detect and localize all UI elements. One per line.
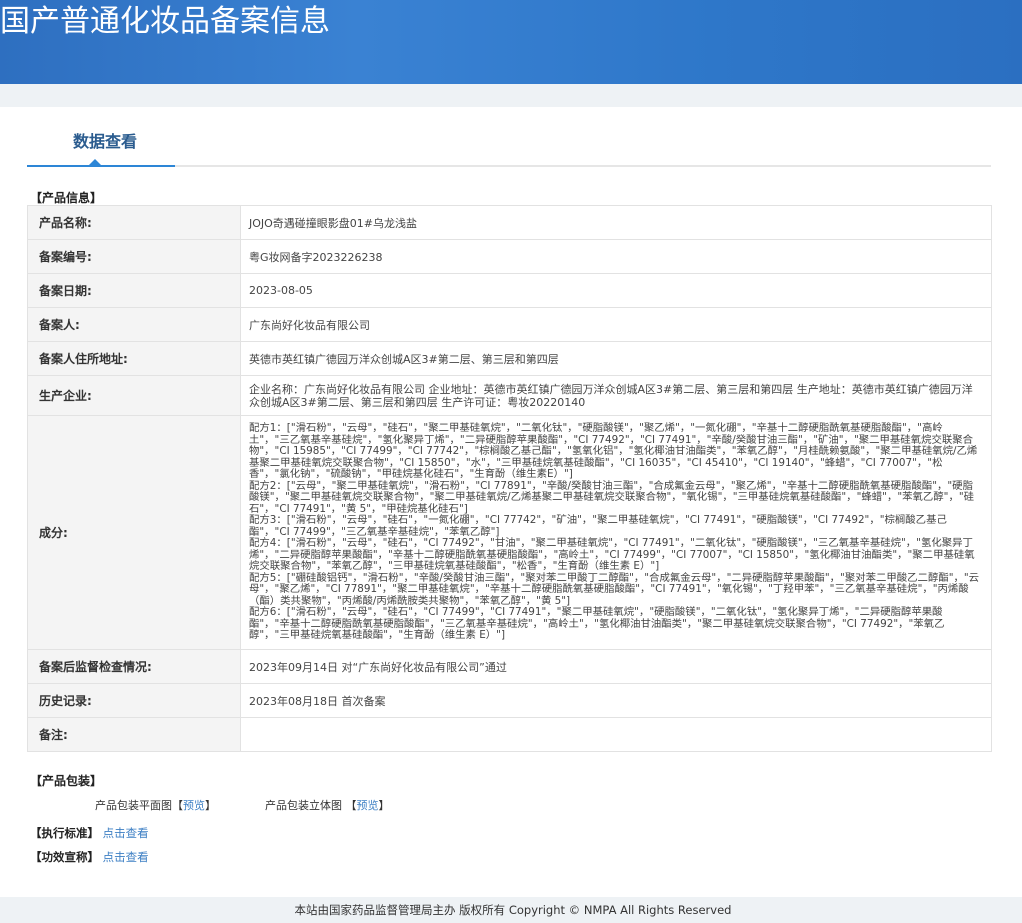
row-label: 备案人: bbox=[27, 307, 241, 342]
formula-5: 配方5：["硼硅酸铝钙"，"滑石粉"，"辛酸/癸酸甘油三酯"，"聚对苯二甲酸丁二… bbox=[249, 571, 980, 607]
package-flat-label: 产品包装平面图 bbox=[95, 799, 172, 812]
table-row: 备案日期: 2023-08-05 bbox=[27, 273, 992, 308]
packaging-title: 【产品包装】 bbox=[30, 774, 103, 788]
table-row: 备案编号: 粤G妆网备字2023226238 bbox=[27, 239, 992, 274]
standard-row: 【执行标准】 点击查看 bbox=[30, 825, 149, 841]
content-panel: 数据查看 【产品信息】 产品名称: JOJO奇遇碰撞眼影盘01#乌龙浅盐 备案编号… bbox=[0, 107, 1022, 897]
product-name: JOJO奇遇碰撞眼影盘01#乌龙浅盐 bbox=[240, 205, 992, 240]
product-info-table: 产品名称: JOJO奇遇碰撞眼影盘01#乌龙浅盐 备案编号: 粤G妆网备字20232… bbox=[27, 205, 992, 752]
table-row: 备注: bbox=[27, 717, 992, 752]
tab-bar: 数据查看 bbox=[27, 125, 991, 167]
bracket: 】 bbox=[378, 799, 390, 812]
ingredients: 配方1：["滑石粉"，"云母"，"硅石"，"聚二甲基硅氧烷"，"二氧化钛"，"硬… bbox=[240, 415, 992, 650]
package-stereo: 产品包装立体图 【预览】 bbox=[265, 797, 390, 813]
row-label: 备案编号: bbox=[27, 239, 241, 274]
formula-6: 配方6：["滑石粉"，"云母"，"硅石"，"CI 77499"，"CI 7749… bbox=[249, 606, 945, 642]
formula-3: 配方3：["滑石粉"，"云母"，"硅石"，"一氮化硼"，"CI 77742"，"… bbox=[249, 514, 947, 538]
filing-number: 粤G妆网备字2023226238 bbox=[240, 239, 992, 274]
efficacy-link[interactable]: 点击查看 bbox=[103, 850, 149, 864]
table-row: 备案人: 广东尚好化妆品有限公司 bbox=[27, 307, 992, 342]
history: 2023年08月18日 首次备案 bbox=[240, 683, 992, 718]
page-title: 国产普通化妆品备案信息 bbox=[0, 4, 330, 39]
preview-flat-link[interactable]: 预览 bbox=[183, 799, 205, 812]
row-label: 备案人住所地址: bbox=[27, 341, 241, 376]
preview-stereo-link[interactable]: 预览 bbox=[357, 799, 379, 812]
table-row: 备案人住所地址: 英德市英红镇广德园万洋众创城A区3#第二层、第三层和第四层 bbox=[27, 341, 992, 376]
inspection-status: 2023年09月14日 对“广东尚好化妆品有限公司”通过 bbox=[240, 649, 992, 684]
efficacy-row: 【功效宣称】 点击查看 bbox=[30, 849, 149, 865]
manufacturer: 企业名称：广东尚好化妆品有限公司 企业地址：英德市英红镇广德园万洋众创城A区3#… bbox=[240, 375, 992, 416]
filer: 广东尚好化妆品有限公司 bbox=[240, 307, 992, 342]
package-stereo-label: 产品包装立体图 bbox=[265, 799, 342, 812]
row-label: 生产企业: bbox=[27, 375, 241, 416]
bracket: 【 bbox=[345, 799, 357, 812]
formula-1: 配方1：["滑石粉"，"云母"，"硅石"，"聚二甲基硅氧烷"，"二氧化钛"，"硬… bbox=[249, 422, 978, 481]
table-row: 产品名称: JOJO奇遇碰撞眼影盘01#乌龙浅盐 bbox=[27, 205, 992, 240]
table-row: 备案后监督检查情况: 2023年09月14日 对“广东尚好化妆品有限公司”通过 bbox=[27, 649, 992, 684]
row-label: 备注: bbox=[27, 717, 241, 752]
table-row: 成分: 配方1：["滑石粉"，"云母"，"硅石"，"聚二甲基硅氧烷"，"二氧化钛… bbox=[27, 415, 992, 650]
standard-label: 【执行标准】 bbox=[30, 826, 99, 840]
filer-address: 英德市英红镇广德园万洋众创城A区3#第二层、第三层和第四层 bbox=[240, 341, 992, 376]
bracket: 】 bbox=[205, 799, 216, 812]
formula-4: 配方4：["滑石粉"，"云母"，"硅石"，"CI 77492"，"甘油"，"聚二… bbox=[249, 537, 975, 573]
standard-link[interactable]: 点击查看 bbox=[103, 826, 149, 840]
tab-indicator-icon bbox=[89, 159, 101, 165]
footer: 本站由国家药品监督管理局主办 版权所有 Copyright © NMPA All… bbox=[0, 897, 1022, 921]
tab-data-view[interactable]: 数据查看 bbox=[27, 125, 175, 167]
table-row: 历史记录: 2023年08月18日 首次备案 bbox=[27, 683, 992, 718]
filing-date: 2023-08-05 bbox=[240, 273, 992, 308]
row-label: 备案后监督检查情况: bbox=[27, 649, 241, 684]
tab-label: 数据查看 bbox=[72, 132, 137, 151]
row-label: 成分: bbox=[27, 415, 241, 650]
row-label: 历史记录: bbox=[27, 683, 241, 718]
efficacy-label: 【功效宣称】 bbox=[30, 850, 99, 864]
remarks bbox=[240, 717, 992, 752]
bracket: 【 bbox=[172, 799, 183, 812]
header-banner: 国产普通化妆品备案信息 bbox=[0, 0, 1022, 84]
row-label: 备案日期: bbox=[27, 273, 241, 308]
product-info-title: 【产品信息】 bbox=[30, 191, 103, 205]
table-row: 生产企业: 企业名称：广东尚好化妆品有限公司 企业地址：英德市英红镇广德园万洋众创… bbox=[27, 375, 992, 416]
package-flat: 产品包装平面图【预览】 bbox=[95, 797, 216, 813]
row-label: 产品名称: bbox=[27, 205, 241, 240]
formula-2: 配方2：["云母"，"聚二甲基硅氧烷"，"滑石粉"，"CI 77891"，"辛酸… bbox=[249, 479, 975, 515]
